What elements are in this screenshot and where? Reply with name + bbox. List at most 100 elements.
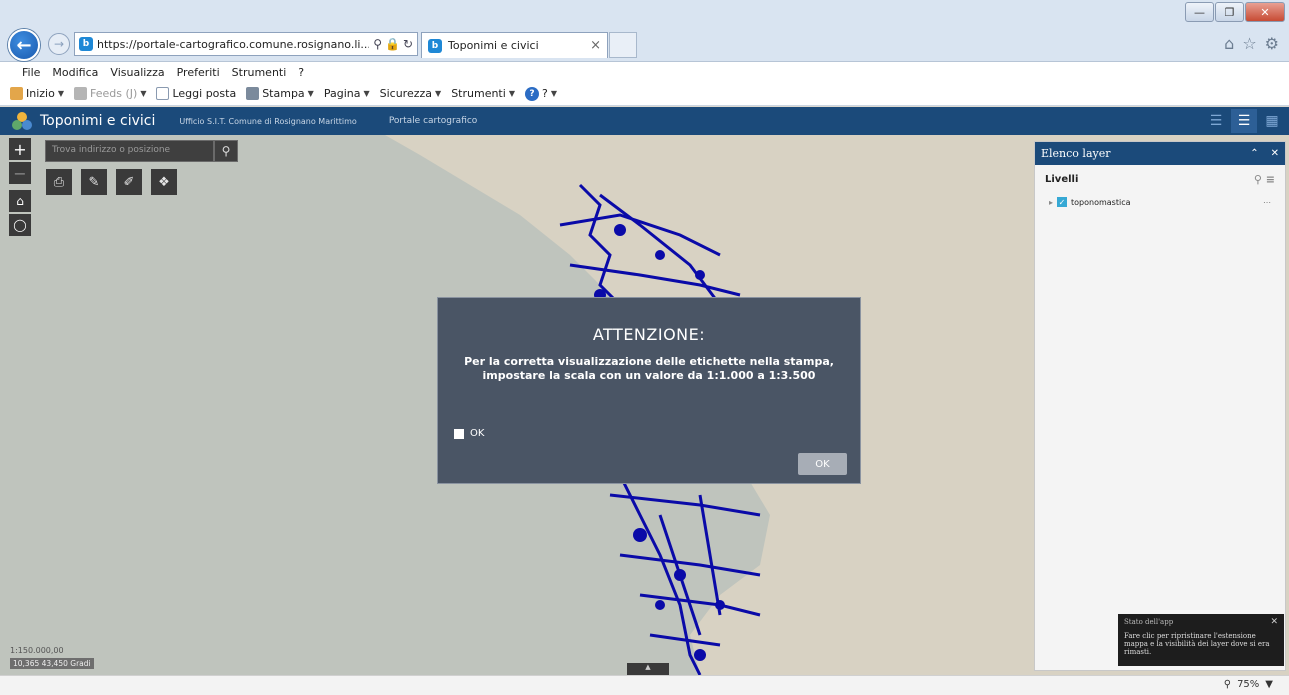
expand-arrow-icon[interactable]: ▸ (1049, 198, 1053, 207)
ok-button[interactable]: OK (798, 453, 847, 475)
zoom-level-value: 75% (1237, 679, 1260, 690)
lock-icon[interactable]: 🔒 (385, 37, 400, 51)
zoom-level-control[interactable]: ⚲ 75% ▼ (1224, 679, 1273, 690)
home-icon[interactable]: ⌂ (1224, 34, 1234, 53)
printer-icon (246, 87, 260, 100)
settings-gear-icon[interactable]: ⚙ (1265, 34, 1279, 53)
menu-preferiti[interactable]: Preferiti (177, 66, 220, 79)
locate-icon: ◯ (13, 218, 27, 232)
chevron-down-icon: ▼ (550, 89, 557, 98)
tools-command[interactable]: Strumenti ▼ (451, 87, 515, 100)
mail-command-label: Leggi posta (172, 87, 237, 100)
feeds-command[interactable]: Feeds (J) ▼ (74, 87, 146, 100)
menu-help[interactable]: ? (298, 66, 304, 79)
layer-panel-header: Elenco layer ⌃ ✕ (1035, 142, 1285, 165)
close-icon[interactable]: ✕ (1271, 148, 1279, 159)
tab-favicon-icon: b (428, 38, 442, 53)
home-command[interactable]: Inizio ▼ (10, 87, 64, 100)
menu-bar: File Modifica Visualizza Preferiti Strum… (0, 62, 1289, 82)
site-favicon-icon: b (79, 37, 93, 51)
filter-list-icon[interactable]: ≡ (1266, 173, 1275, 186)
more-options-icon[interactable]: ⋯ (1263, 198, 1271, 207)
arrow-right-icon: → (53, 37, 65, 51)
forward-button[interactable]: → (48, 33, 70, 55)
page-command-label: Pagina (323, 87, 361, 100)
help-icon: ? (524, 86, 539, 101)
legend-list-icon[interactable]: ☰ (1203, 109, 1229, 133)
home-extent-button[interactable]: ⌂ (9, 190, 31, 212)
layer-swipe-tool-button[interactable]: ❖ (151, 169, 177, 195)
portal-link[interactable]: Portale cartografico (389, 116, 478, 126)
map-search-button[interactable]: ⚲ (214, 140, 238, 162)
layer-tools: ⚲ ≡ (1254, 173, 1275, 186)
map-search-input[interactable]: Trova indirizzo o posizione (45, 140, 214, 162)
chevron-down-icon: ▼ (435, 89, 442, 98)
layer-item[interactable]: ▸ ✓ toponomastica ⋯ (1035, 193, 1285, 211)
draw-tool-button[interactable]: ✐ (116, 169, 142, 195)
zoom-icon: ⚲ (1223, 679, 1232, 690)
app-state-title: Stato dell'app (1124, 618, 1174, 626)
close-tab-icon[interactable]: × (590, 38, 601, 53)
layer-visibility-checkbox[interactable]: ✓ (1057, 197, 1068, 207)
help-command[interactable]: ? ? ▼ (524, 86, 557, 101)
chevron-down-icon[interactable]: ▼ (140, 89, 146, 98)
menu-strumenti[interactable]: Strumenti (232, 66, 287, 79)
measure-tool-button[interactable]: ✎ (81, 169, 107, 195)
close-window-button[interactable]: ✕ (1245, 2, 1285, 22)
app-header: Toponimi e civici Ufficio S.I.T. Comune … (0, 107, 1289, 135)
help-command-label: ? (541, 87, 548, 100)
new-tab-button[interactable] (609, 32, 637, 58)
dont-show-checkbox[interactable]: OK (454, 428, 484, 439)
checkbox-box[interactable] (454, 428, 464, 439)
refresh-icon[interactable]: ↻ (403, 37, 413, 51)
attribute-table-toggle[interactable]: ▲ (627, 663, 669, 675)
maximize-button[interactable]: ❐ (1215, 2, 1244, 22)
address-url[interactable]: https://portale-cartografico.comune.rosi… (97, 38, 369, 51)
minimize-button[interactable]: — (1185, 2, 1214, 22)
dialog-message-line2: impostare la scala con un valore da 1:1.… (482, 369, 816, 382)
layers-icon[interactable]: ☰ (1231, 109, 1257, 133)
chevron-down-icon[interactable]: ▼ (58, 89, 64, 98)
print-command[interactable]: Stampa ▼ (246, 87, 314, 100)
print-command-label: Stampa (262, 87, 305, 100)
arrow-left-icon: ← (16, 34, 32, 56)
my-location-button[interactable]: ◯ (9, 214, 31, 236)
swipe-icon: ❖ (158, 174, 170, 190)
chevron-down-icon[interactable]: ▼ (308, 89, 314, 98)
address-bar[interactable]: b https://portale-cartografico.comune.ro… (74, 32, 418, 56)
feeds-command-label: Feeds (J) (90, 87, 138, 100)
home-icon (10, 87, 23, 100)
print-tool-button[interactable]: ⎙ (46, 169, 72, 195)
zoom-in-button[interactable]: + (9, 138, 31, 160)
layer-name: toponomastica (1071, 197, 1131, 207)
dialog-message-line1: Per la corretta visualizzazione delle et… (464, 355, 834, 368)
browser-statusbar: ⚲ 75% ▼ (0, 675, 1289, 695)
window-controls: — ❐ ✕ (1185, 2, 1285, 22)
tab-active[interactable]: b Toponimi e civici × (421, 32, 608, 58)
home-icon: ⌂ (16, 194, 24, 208)
search-icon[interactable]: ⚲ (1254, 173, 1262, 186)
chevron-down-icon[interactable]: ▼ (1265, 679, 1273, 690)
collapse-icon[interactable]: ⌃ (1250, 148, 1258, 159)
page-command[interactable]: Pagina ▼ (324, 87, 370, 100)
layer-section-header: Livelli ⚲ ≡ (1035, 165, 1285, 193)
warning-dialog: ATTENZIONE: Per la corretta visualizzazi… (437, 297, 861, 484)
zoom-out-button[interactable]: − (9, 162, 31, 184)
favorites-star-icon[interactable]: ☆ (1242, 34, 1256, 53)
close-icon[interactable]: ✕ (1270, 617, 1278, 627)
map-scale: 1:150.000,00 (10, 646, 64, 655)
back-button[interactable]: ← (8, 29, 40, 61)
chevron-up-icon: ▲ (645, 663, 651, 671)
menu-modifica[interactable]: Modifica (52, 66, 98, 79)
app-state-popup[interactable]: Stato dell'app Fare clic per ripristinar… (1118, 614, 1284, 666)
command-bar: Inizio ▼ Feeds (J) ▼ Leggi posta Stampa … (0, 82, 1289, 106)
menu-visualizza[interactable]: Visualizza (110, 66, 164, 79)
basemap-gallery-icon[interactable]: ▦ (1259, 109, 1285, 133)
mail-command[interactable]: Leggi posta (156, 87, 236, 100)
address-tools: ⚲ 🔒 ↻ (373, 37, 417, 51)
dialog-title: ATTENZIONE: (592, 325, 706, 344)
security-command[interactable]: Sicurezza ▼ (380, 87, 442, 100)
printer-icon: ⎙ (53, 174, 65, 190)
menu-file[interactable]: File (22, 66, 40, 79)
search-icon[interactable]: ⚲ (373, 37, 382, 51)
